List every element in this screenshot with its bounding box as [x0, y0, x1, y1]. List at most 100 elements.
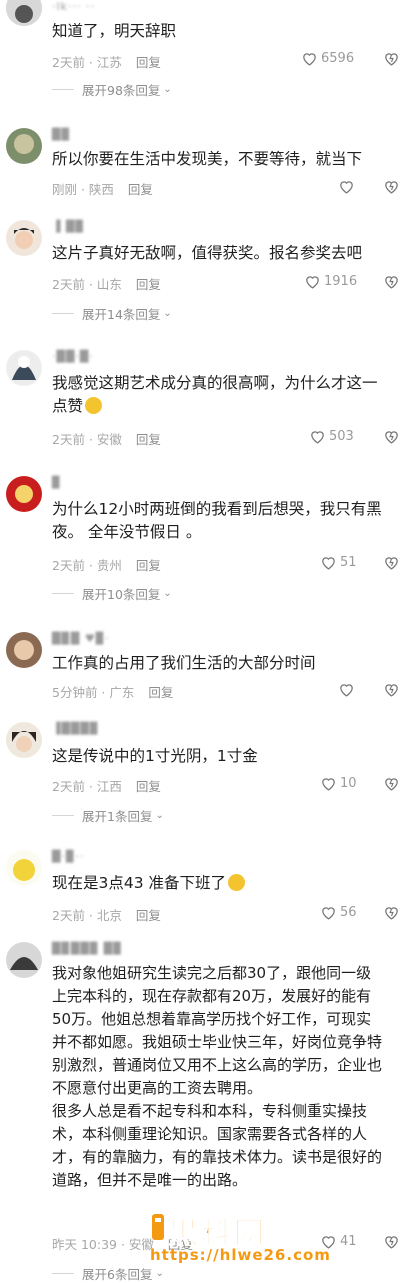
- comment-meta: 2天前 · 江西 回复: [52, 776, 161, 795]
- time-location: 2天前 · 贵州: [52, 558, 122, 573]
- like-button[interactable]: 56: [320, 904, 357, 921]
- heart-icon: [340, 684, 353, 697]
- like-button[interactable]: 503: [309, 428, 354, 445]
- chevron-down-icon: ⌄: [163, 588, 172, 599]
- avatar[interactable]: [6, 350, 42, 386]
- reply-button[interactable]: 回复: [136, 908, 161, 923]
- time-location: 刚刚 · 陕西: [52, 182, 114, 197]
- reply-button[interactable]: 回复: [136, 779, 161, 794]
- comment-text: 知道了，明天辞职: [52, 22, 177, 40]
- comment-meta: 2天前 · 山东 回复: [52, 274, 161, 293]
- comment-text: 工作真的占用了我们生活的大部分时间: [52, 654, 316, 672]
- like-count: 56: [340, 905, 357, 920]
- comment-text: 这片子真好无敌啊，值得获奖。报名参奖去吧: [52, 244, 363, 262]
- like-count: 503: [329, 429, 354, 444]
- dislike-icon[interactable]: [383, 681, 400, 698]
- username[interactable]: █▉██▉ █▉: [52, 942, 123, 955]
- comment-meta: 5分钟前 · 广东 回复: [52, 682, 173, 701]
- watermark-logo-icon: [152, 1214, 164, 1240]
- avatar[interactable]: [6, 476, 42, 512]
- reply-button[interactable]: 回复: [136, 558, 161, 573]
- username[interactable]: █·▉··: [52, 850, 84, 863]
- username[interactable]: █▉: [52, 128, 71, 141]
- like-button[interactable]: 1916: [304, 273, 357, 290]
- avatar[interactable]: [6, 632, 42, 668]
- time-location: 5分钟前 · 广东: [52, 685, 135, 700]
- expand-replies[interactable]: 展开10条回复 ⌄: [52, 584, 172, 603]
- comment-meta: 2天前 · 江苏 回复: [52, 52, 161, 71]
- emoji-icon: [85, 397, 103, 414]
- username[interactable]: █▉█ ♥▉·: [52, 632, 110, 645]
- comment-body: 为什么12小时两班倒的我看到后想哭，我只有黑夜。 全年没节假日 。: [52, 500, 382, 541]
- username[interactable]: ·██·█·: [52, 350, 94, 363]
- time-location: 昨天 10:39 · 安徽: [52, 1237, 154, 1252]
- avatar[interactable]: [6, 128, 42, 164]
- avatar[interactable]: [6, 220, 42, 256]
- dislike-icon[interactable]: [383, 273, 400, 290]
- expand-label: 展开6条回复: [82, 1267, 153, 1282]
- like-count: 10: [340, 776, 357, 791]
- comment-text: 所以你要在生活中发现美，不要等待，就当下: [52, 150, 363, 168]
- comment-meta: 2天前 · 北京 回复: [52, 905, 161, 924]
- like-count: 51: [340, 555, 357, 570]
- comment-body: 现在是3点43 准备下班了: [52, 874, 227, 892]
- watermark: 黑料网 https://hlwe26.com: [150, 1208, 400, 1280]
- comment-text: 我感觉这期艺术成分真的很高啊，为什么才这一点赞: [52, 372, 385, 418]
- expand-label: 展开14条回复: [82, 307, 161, 322]
- expand-replies[interactable]: 展开6条回复 ⌄: [52, 1264, 164, 1283]
- username[interactable]: ▐███▉: [52, 722, 99, 735]
- comment-text: 这是传说中的1寸光阴，1寸金: [52, 747, 258, 765]
- dislike-icon[interactable]: [383, 50, 400, 67]
- avatar[interactable]: [6, 0, 42, 26]
- avatar[interactable]: [6, 850, 42, 886]
- time-location: 2天前 · 江西: [52, 779, 122, 794]
- time-location: 2天前 · 安徽: [52, 432, 122, 447]
- like-button[interactable]: 51: [320, 554, 357, 571]
- comment-text: 现在是3点43 准备下班了: [52, 872, 385, 895]
- username[interactable]: ▐ █▉: [52, 220, 85, 233]
- reply-button[interactable]: 回复: [136, 432, 161, 447]
- avatar[interactable]: [6, 722, 42, 758]
- heart-icon: [340, 181, 353, 194]
- reply-button[interactable]: 回复: [148, 685, 173, 700]
- like-button[interactable]: [338, 681, 355, 698]
- avatar[interactable]: [6, 942, 42, 978]
- reply-button[interactable]: 回复: [136, 55, 161, 70]
- heart-icon: [306, 276, 319, 289]
- chevron-down-icon: ⌄: [155, 810, 164, 821]
- comment-meta: 2天前 · 安徽 回复: [52, 429, 161, 448]
- like-button[interactable]: 10: [320, 775, 357, 792]
- like-count: 6596: [321, 51, 355, 66]
- reply-button[interactable]: 回复: [136, 277, 161, 292]
- heart-icon: [311, 431, 324, 444]
- emoji-icon: [228, 874, 246, 891]
- dislike-icon[interactable]: [383, 904, 400, 921]
- heart-icon: [322, 907, 335, 920]
- heart-icon: [322, 778, 335, 791]
- dislike-icon[interactable]: [383, 775, 400, 792]
- dislike-icon[interactable]: [383, 178, 400, 195]
- time-location: 2天前 · 江苏: [52, 55, 122, 70]
- expand-label: 展开1条回复: [82, 809, 153, 824]
- expand-label: 展开98条回复: [82, 83, 161, 98]
- dislike-icon[interactable]: [383, 428, 400, 445]
- chevron-down-icon: ⌄: [163, 84, 172, 95]
- comment-meta: 2天前 · 贵州 回复: [52, 555, 161, 574]
- username[interactable]: ·lk·​·· ··: [52, 0, 95, 13]
- reply-button[interactable]: 回复: [128, 182, 153, 197]
- comment-meta: 刚刚 · 陕西 回复: [52, 179, 153, 198]
- comment-text: 为什么12小时两班倒的我看到后想哭，我只有黑夜。 全年没节假日 。: [52, 498, 385, 544]
- expand-replies[interactable]: 展开14条回复 ⌄: [52, 304, 172, 323]
- username[interactable]: ▉: [52, 476, 61, 489]
- expand-replies[interactable]: 展开1条回复 ⌄: [52, 806, 164, 825]
- heart-icon: [303, 53, 316, 66]
- like-count: 1916: [324, 274, 358, 289]
- like-button[interactable]: [338, 178, 355, 195]
- comment-text: 我对象他姐研究生读完之后都30了，跟他同一级上完本科的，现在存款都有20万，发展…: [52, 964, 383, 1189]
- like-button[interactable]: 6596: [301, 50, 354, 67]
- dislike-icon[interactable]: [383, 554, 400, 571]
- watermark-url: https://hlwe26.com: [150, 1246, 331, 1264]
- expand-label: 展开10条回复: [82, 587, 161, 602]
- time-location: 2天前 · 山东: [52, 277, 122, 292]
- expand-replies[interactable]: 展开98条回复 ⌄: [52, 80, 172, 99]
